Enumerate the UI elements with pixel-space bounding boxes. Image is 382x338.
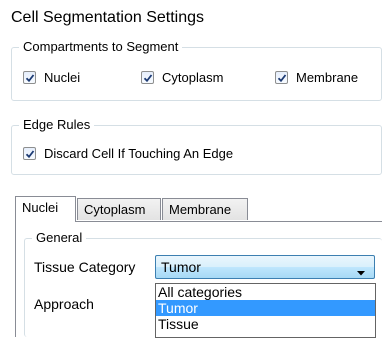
- page-title: Cell Segmentation Settings: [11, 9, 204, 26]
- general-legend: General: [32, 230, 87, 246]
- cytoplasm-checkbox-label: Cytoplasm: [162, 70, 224, 85]
- discard-edge-label: Discard Cell If Touching An Edge: [44, 146, 234, 161]
- tab-cytoplasm[interactable]: Cytoplasm: [77, 198, 161, 220]
- checkmark-icon: [141, 71, 154, 84]
- nuclei-checkbox[interactable]: Nuclei: [23, 70, 80, 85]
- membrane-checkbox[interactable]: Membrane: [275, 70, 358, 85]
- dropdown-option-all-categories[interactable]: All categories: [156, 284, 375, 300]
- approach-label: Approach: [34, 296, 94, 312]
- tab-membrane[interactable]: Membrane: [162, 198, 248, 220]
- checkmark-icon: [275, 71, 288, 84]
- membrane-checkbox-label: Membrane: [296, 70, 359, 85]
- tissue-category-value: Tumor: [161, 259, 201, 275]
- compartments-legend: Compartments to Segment: [19, 39, 183, 55]
- dropdown-option-tissue[interactable]: Tissue: [156, 316, 375, 332]
- dropdown-option-tumor[interactable]: Tumor: [156, 300, 375, 316]
- edge-rules-legend: Edge Rules: [19, 117, 95, 133]
- discard-edge-checkbox[interactable]: Discard Cell If Touching An Edge: [23, 146, 233, 161]
- nuclei-checkbox-label: Nuclei: [44, 70, 81, 85]
- cytoplasm-checkbox[interactable]: Cytoplasm: [141, 70, 223, 85]
- checkmark-icon: [23, 71, 36, 84]
- tissue-category-select[interactable]: Tumor: [155, 255, 375, 279]
- checkmark-icon: [23, 147, 36, 160]
- chevron-down-icon: [356, 264, 366, 280]
- tissue-category-dropdown: All categories Tumor Tissue: [155, 283, 376, 338]
- tab-nuclei[interactable]: Nuclei: [15, 196, 76, 222]
- tissue-category-label: Tissue Category: [34, 259, 136, 275]
